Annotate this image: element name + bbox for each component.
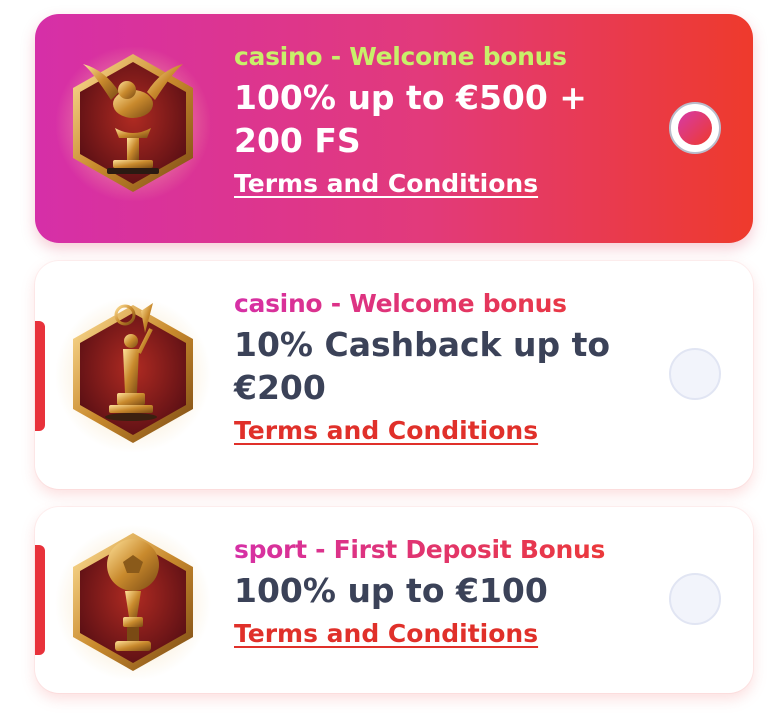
bonus-radio-unselected[interactable] [669, 348, 721, 400]
football-trophy-icon [53, 521, 213, 681]
card-accent-bar [35, 545, 45, 655]
terms-link[interactable]: Terms and Conditions [234, 618, 538, 650]
bonus-title: 100% up to €100 [234, 571, 548, 610]
winged-lion-trophy-icon [53, 42, 213, 202]
bonus-category: casino - Welcome bonus [234, 289, 654, 319]
bonus-category: casino - Welcome bonus [234, 42, 567, 71]
bonus-title: 100% up to €500 + 200 FS [234, 78, 587, 160]
terms-link[interactable]: Terms and Conditions [234, 415, 538, 447]
bonus-text: casino - Welcome bonus 100% up to €500 +… [234, 42, 654, 200]
bonus-radio-selected[interactable] [669, 102, 721, 154]
bonus-category: sport - First Deposit Bonus [234, 535, 654, 565]
bonus-title: 10% Cashback up to €200 [234, 325, 611, 407]
card-accent-bar [35, 321, 45, 431]
bonus-text: sport - First Deposit Bonus 100% up to €… [234, 535, 654, 650]
bonus-card-sport-first-deposit[interactable]: sport - First Deposit Bonus 100% up to €… [35, 507, 753, 693]
bonus-radio-unselected[interactable] [669, 573, 721, 625]
bonus-text: casino - Welcome bonus 10% Cashback up t… [234, 289, 654, 447]
bonus-card-casino-cashback[interactable]: casino - Welcome bonus 10% Cashback up t… [35, 261, 753, 489]
statuette-trophy-icon [53, 293, 213, 453]
bonus-card-casino-welcome-500[interactable]: casino - Welcome bonus 100% up to €500 +… [35, 14, 753, 243]
terms-link[interactable]: Terms and Conditions [234, 168, 538, 200]
